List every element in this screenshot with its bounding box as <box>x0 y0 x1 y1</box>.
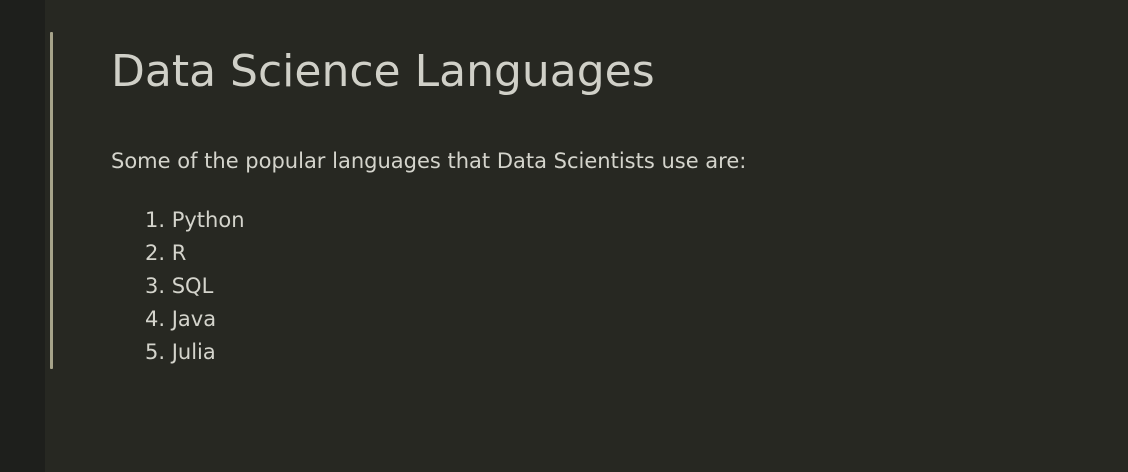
list-item: 1. Python <box>145 208 245 232</box>
cell-title: Data Science Languages <box>111 46 655 97</box>
cell-focus-bar[interactable] <box>50 32 53 369</box>
cell-intro-text: Some of the popular languages that Data … <box>111 149 747 173</box>
left-gutter <box>0 0 45 472</box>
list-item: 5. Julia <box>145 340 216 364</box>
list-item: 4. Java <box>145 307 217 331</box>
list-item: 2. R <box>145 241 187 265</box>
list-item: 3. SQL <box>145 274 214 298</box>
languages-list: 1. Python 2. R 3. SQL 4. Java 5. Julia <box>145 204 245 369</box>
